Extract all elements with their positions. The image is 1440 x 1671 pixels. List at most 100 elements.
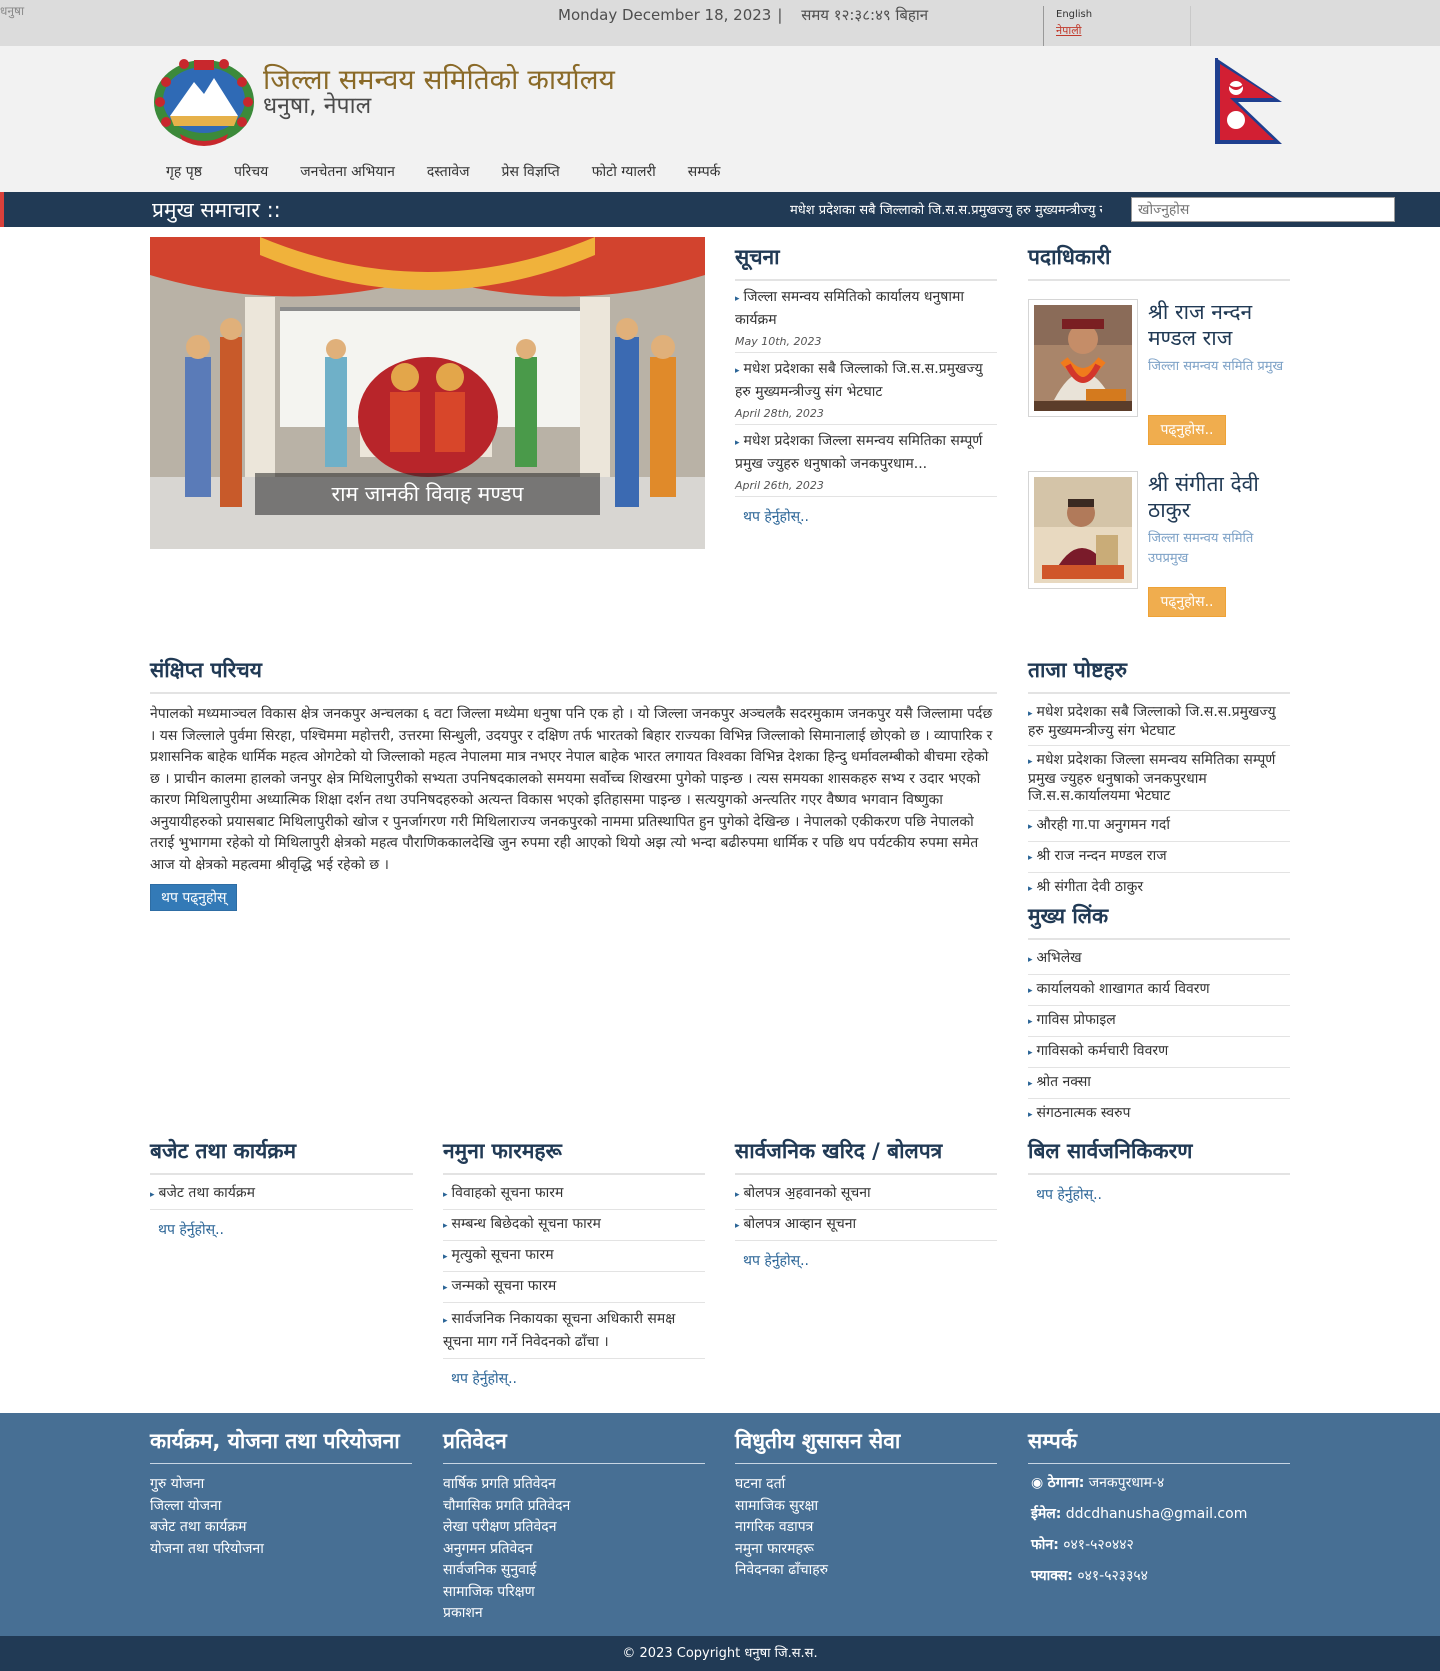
current-date: Monday December 18, 2023 xyxy=(558,6,772,24)
latest-post-item[interactable]: ▸ श्री राज नन्दन मण्डल राज xyxy=(1028,842,1290,873)
footer-link[interactable]: घटना दर्ता xyxy=(735,1474,997,1496)
nav-documents[interactable]: दस्तावेज xyxy=(411,162,486,181)
intro-read-more-button[interactable]: थप पढ्नुहोस् xyxy=(150,884,238,911)
map-marker-icon: ◉ xyxy=(1031,1475,1044,1491)
bullet-icon: ▸ xyxy=(1028,884,1033,894)
nav-introduction[interactable]: परिचय xyxy=(218,162,284,181)
main-link-item[interactable]: ▸ गाविसको कर्मचारी विवरण xyxy=(1028,1037,1290,1068)
forms-more-link[interactable]: थप हेर्नुहोस्.. xyxy=(443,1369,517,1388)
footer-programs-title: कार्यक्रम, योजना तथा परियोजना xyxy=(150,1427,412,1464)
nav-awareness-campaign[interactable]: जनचेतना अभियान xyxy=(284,162,411,181)
official-name: श्री राज नन्दन मण्डल राज xyxy=(1148,300,1253,350)
form-item[interactable]: ▸ मृत्युको सूचना फारम xyxy=(443,1241,705,1272)
forms-title: नमुना फारमहरू xyxy=(443,1137,705,1175)
main-link-text: गाविसको कर्मचारी विवरण xyxy=(1036,1043,1169,1059)
date-time: Monday December 18, 2023 | समय १२:३८:४९ ब… xyxy=(558,5,928,25)
footer-link[interactable]: सामाजिक परिक्षण xyxy=(443,1582,705,1604)
official-read-button[interactable]: पढ्नुहोस.. xyxy=(1148,587,1226,617)
notice-date: May 10th, 2023 xyxy=(735,335,822,348)
notice-text: मधेश प्रदेशका सबै जिल्लाको जि.स.स.प्रमुख… xyxy=(735,361,983,400)
latest-post-text: मधेश प्रदेशका सबै जिल्लाको जि.स.स.प्रमुख… xyxy=(1028,704,1276,739)
footer-link[interactable]: सार्वजनिक सुनुवाई xyxy=(443,1560,705,1582)
bills-more-link[interactable]: थप हेर्नुहोस्.. xyxy=(1028,1185,1102,1204)
government-emblem-icon[interactable] xyxy=(150,56,258,146)
latest-post-item[interactable]: ▸ मधेश प्रदेशका सबै जिल्लाको जि.स.स.प्रमु… xyxy=(1028,698,1290,746)
notices-title: सूचना xyxy=(735,243,997,281)
main-link-text: अभिलेख xyxy=(1036,950,1082,966)
footer-link[interactable]: प्रकाशन xyxy=(443,1603,705,1625)
form-item-text: मृत्युको सूचना फारम xyxy=(451,1247,554,1263)
budget-title: बजेट तथा कार्यक्रम xyxy=(150,1137,413,1175)
intro-title: संक्षिप्त परिचय xyxy=(150,656,997,694)
footer-link[interactable]: बजेट तथा कार्यक्रम xyxy=(150,1517,412,1539)
footer-link[interactable]: नमुना फारमहरू xyxy=(735,1539,997,1561)
nav-photo-gallery[interactable]: फोटो ग्यालरी xyxy=(576,162,672,181)
main-link-item[interactable]: ▸ संगठनात्मक स्वरुप xyxy=(1028,1099,1290,1129)
main-link-text: श्रोत नक्सा xyxy=(1036,1074,1091,1090)
form-item-text: सार्वजनिक निकायका सूचना अधिकारी समक्ष सू… xyxy=(443,1311,676,1350)
form-item-text: जन्मको सूचना फारम xyxy=(451,1278,557,1294)
footer-link[interactable]: नागरिक वडापत्र xyxy=(735,1517,997,1539)
email-link[interactable]: ddcdhanusha@gmail.com xyxy=(1066,1506,1248,1522)
news-ticker: मधेश प्रदेशका सबै जिल्लाको जि.स.स.प्रमुख… xyxy=(790,192,1102,227)
latest-post-item[interactable]: ▸ औरही गा.पा अनुगमन गर्दा xyxy=(1028,811,1290,842)
main-link-item[interactable]: ▸ गाविस प्रोफाइल xyxy=(1028,1006,1290,1037)
footer-link[interactable]: योजना तथा परियोजना xyxy=(150,1539,412,1561)
procurement-item[interactable]: ▸ बोलपत्र अ॒हवानको सूचना xyxy=(735,1179,997,1210)
footer-link[interactable]: सामाजिक सुरक्षा xyxy=(735,1496,997,1518)
language-nepali-link[interactable]: नेपाली xyxy=(1056,23,1190,38)
bullet-icon: ▸ xyxy=(1028,1079,1033,1089)
official-read-button[interactable]: पढ्नुहोस.. xyxy=(1148,415,1226,445)
form-item[interactable]: ▸ विवाहको सूचना फारम xyxy=(443,1179,705,1210)
form-item[interactable]: ▸ सम्बन्ध बिछेदको सूचना फारम xyxy=(443,1210,705,1241)
copyright-bar: © 2023 Copyright धनुषा जि.स.स. xyxy=(0,1636,1440,1671)
footer-link[interactable]: निवेदनका ढाँचाहरु xyxy=(735,1560,997,1582)
nav-contact[interactable]: सम्पर्क xyxy=(672,162,737,181)
search-input[interactable] xyxy=(1131,197,1395,222)
notice-text: मधेश प्रदेशका जिल्ला समन्वय समितिका सम्प… xyxy=(735,433,983,472)
footer-link[interactable]: गुरु योजना xyxy=(150,1474,412,1496)
bills-title: बिल सार्वजनिकिकरण xyxy=(1028,1137,1290,1175)
image-slider[interactable]: राम जानकी विवाह मण्डप xyxy=(150,237,705,549)
news-ticker-item[interactable]: मधेश प्रदेशका सबै जिल्लाको जि.स.स.प्रमुख… xyxy=(790,200,1102,218)
language-english-link[interactable]: English xyxy=(1056,9,1190,20)
procurement-more-link[interactable]: थप हेर्नुहोस्.. xyxy=(735,1251,809,1270)
notices-more-link[interactable]: थप हेर्नुहोस्.. xyxy=(735,507,809,526)
footer-link[interactable]: जिल्ला योजना xyxy=(150,1496,412,1518)
bullet-icon: ▸ xyxy=(1028,1017,1033,1027)
budget-section: बजेट तथा कार्यक्रम ▸ बजेट तथा कार्यक्रम थ… xyxy=(150,1137,413,1239)
date-separator: | xyxy=(777,6,783,24)
nav-home[interactable]: गृह पृष्ठ xyxy=(150,162,218,181)
main-link-item[interactable]: ▸ अभिलेख xyxy=(1028,944,1290,975)
bullet-icon: ▸ xyxy=(1028,955,1033,965)
office-location: धनुषा, नेपाल xyxy=(263,93,372,119)
bullet-icon: ▸ xyxy=(443,1316,448,1326)
notices-section: सूचना ▸ जिल्ला समन्वय समितिको कार्यालय धन… xyxy=(735,243,997,526)
notice-item[interactable]: ▸ मधेश प्रदेशका सबै जिल्लाको जि.स.स.प्रमु… xyxy=(735,353,997,425)
footer-link[interactable]: चौमासिक प्रगति प्रतिवेदन xyxy=(443,1496,705,1518)
email-label: ईमेल: xyxy=(1031,1506,1062,1522)
form-item[interactable]: ▸ सार्वजनिक निकायका सूचना अधिकारी समक्ष स… xyxy=(443,1303,705,1359)
notice-item[interactable]: ▸ मधेश प्रदेशका जिल्ला समन्वय समितिका सम्… xyxy=(735,425,997,497)
budget-more-link[interactable]: थप हेर्नुहोस्.. xyxy=(150,1220,224,1239)
intro-text: नेपालको मध्यमाञ्चल विकास क्षेत्र जनकपुर … xyxy=(150,706,993,873)
form-item[interactable]: ▸ जन्मको सूचना फारम xyxy=(443,1272,705,1303)
bullet-icon: ▸ xyxy=(1028,709,1033,719)
main-link-item[interactable]: ▸ श्रोत नक्सा xyxy=(1028,1068,1290,1099)
procurement-item[interactable]: ▸ बोलपत्र आव्हान सूचना xyxy=(735,1210,997,1241)
footer-link[interactable]: अनुगमन प्रतिवेदन xyxy=(443,1539,705,1561)
budget-item[interactable]: ▸ बजेट तथा कार्यक्रम xyxy=(150,1179,413,1210)
nav-press-release[interactable]: प्रेस विज्ञप्ति xyxy=(486,162,576,181)
latest-post-item[interactable]: ▸ मधेश प्रदेशका जिल्ला समन्वय समितिका सम्… xyxy=(1028,746,1290,811)
main-link-item[interactable]: ▸ कार्यालयको शाखागत कार्य विवरण xyxy=(1028,975,1290,1006)
footer-link[interactable]: लेखा परीक्षण प्रतिवेदन xyxy=(443,1517,705,1539)
latest-post-item[interactable]: ▸ श्री संगीता देवी ठाकुर xyxy=(1028,873,1290,903)
notice-item[interactable]: ▸ जिल्ला समन्वय समितिको कार्यालय धनुषामा … xyxy=(735,281,997,353)
contact-phone: फोन: ०४१-५२०४४२ xyxy=(1028,1530,1290,1561)
footer-link[interactable]: वार्षिक प्रगति प्रतिवेदन xyxy=(443,1474,705,1496)
latest-post-text: मधेश प्रदेशका जिल्ला समन्वय समितिका सम्प… xyxy=(1028,752,1276,804)
site-footer: कार्यक्रम, योजना तथा परियोजना गुरु योजना… xyxy=(0,1413,1440,1636)
officials-section: पदाधिकारी श्री राज नन्दन मण्डल राज जिल्ल… xyxy=(1028,243,1290,643)
latest-post-text: श्री राज नन्दन मण्डल राज xyxy=(1036,848,1167,864)
broken-logo-image: धनुषा xyxy=(0,4,25,18)
